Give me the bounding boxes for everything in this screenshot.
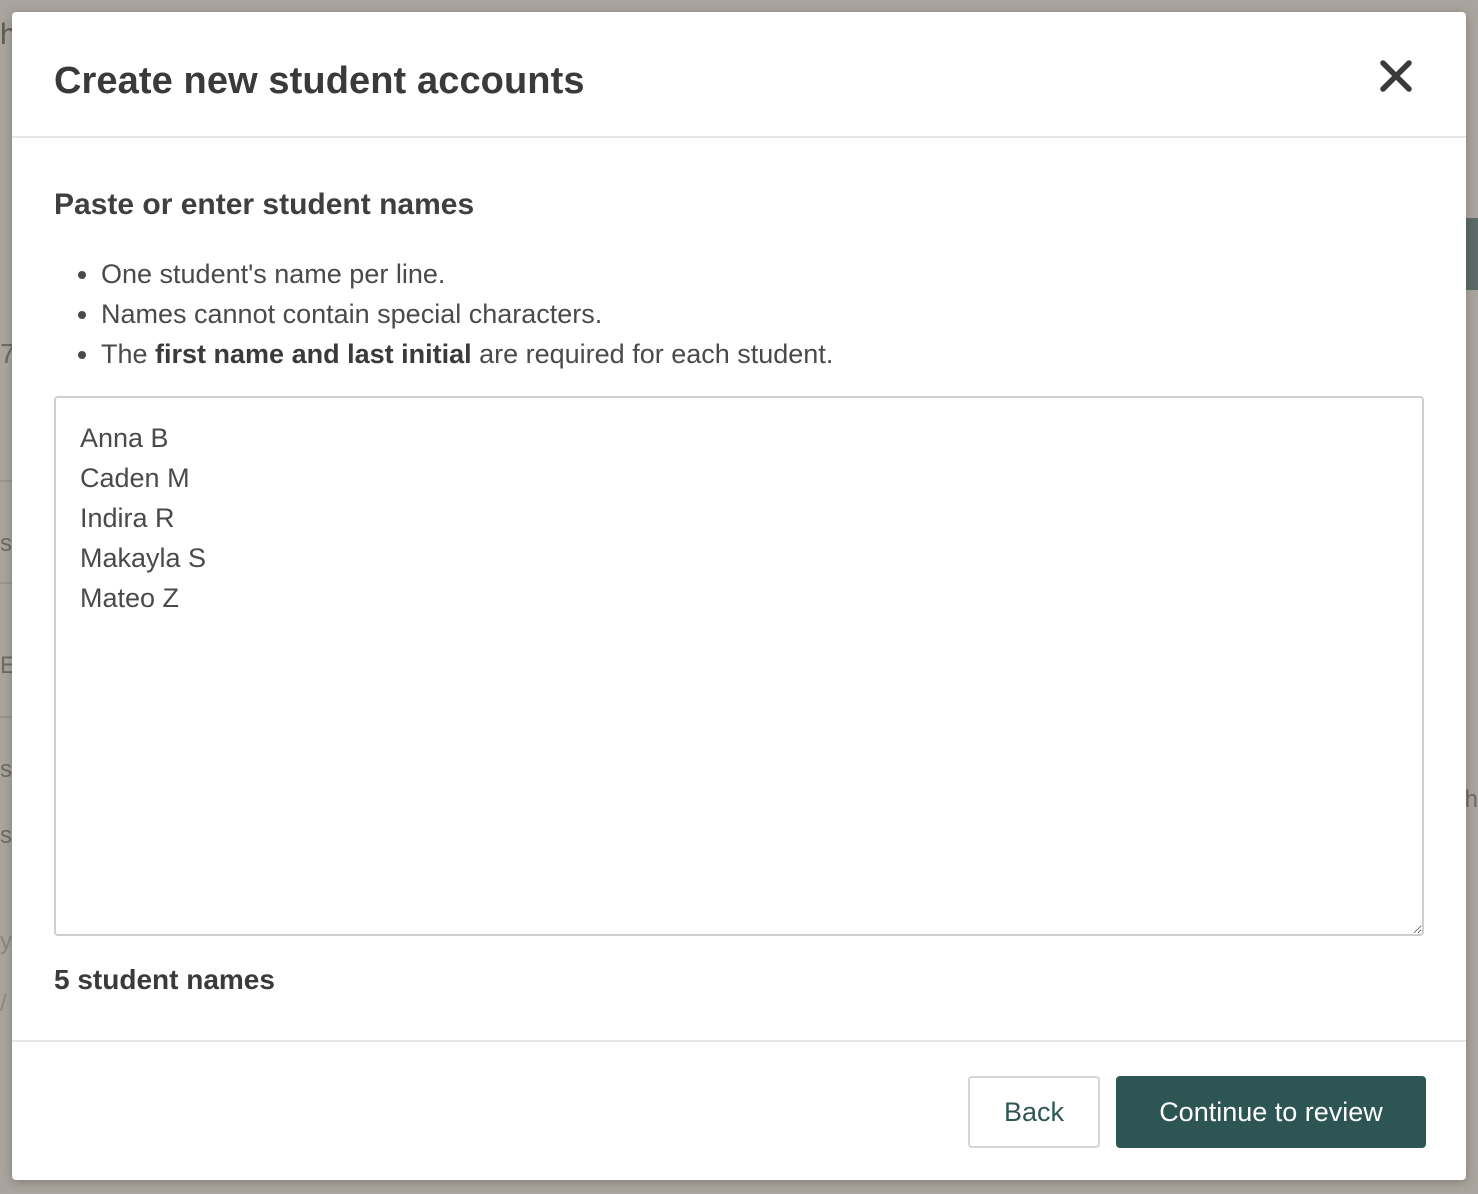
instruction-text: Names cannot contain special characters. (101, 299, 603, 329)
instruction-item: The first name and last initial are requ… (101, 334, 833, 374)
background-text: s (0, 530, 12, 557)
close-icon (1380, 60, 1412, 92)
continue-to-review-button[interactable]: Continue to review (1116, 1076, 1426, 1148)
dialog-body: Paste or enter student names One student… (12, 138, 1466, 1040)
instructions-list: One student's name per line. Names canno… (54, 254, 833, 374)
background-divider (0, 716, 12, 718)
create-accounts-dialog: Create new student accounts Paste or ent… (12, 12, 1466, 1180)
section-heading: Paste or enter student names (54, 188, 475, 221)
background-text: s (0, 822, 12, 849)
dialog-footer: Back Continue to review (12, 1040, 1466, 1180)
instruction-text: are required for each student. (471, 339, 834, 369)
instruction-emphasis: first name and last initial (155, 339, 472, 369)
background-text: s (0, 756, 12, 783)
student-count: 5 student names (54, 964, 275, 995)
background-side-element (1466, 218, 1478, 290)
background-text: y (0, 928, 12, 955)
dialog-title: Create new student accounts (54, 60, 585, 102)
close-button[interactable] (1376, 56, 1416, 96)
dialog-header: Create new student accounts (12, 12, 1466, 138)
student-names-input[interactable]: Anna B Caden M Indira R Makayla S Mateo … (54, 396, 1424, 936)
background-divider (0, 582, 12, 584)
instruction-item: One student's name per line. (101, 254, 833, 294)
instruction-item: Names cannot contain special characters. (101, 294, 833, 334)
instruction-text: One student's name per line. (101, 259, 446, 289)
back-button[interactable]: Back (968, 1076, 1100, 1148)
background-divider (0, 480, 12, 482)
instruction-text: The (101, 339, 156, 369)
background-text: / (0, 990, 7, 1017)
